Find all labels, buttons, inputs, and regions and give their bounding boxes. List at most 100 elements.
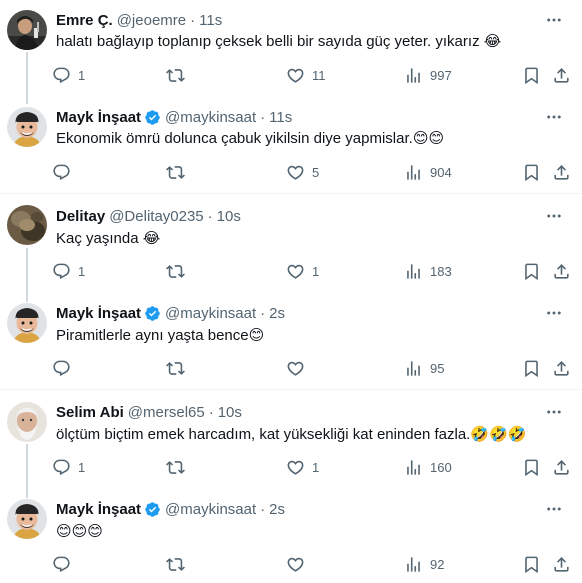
- retweet-button[interactable]: [166, 456, 192, 478]
- share-icon: [552, 262, 571, 281]
- timestamp[interactable]: 11s: [269, 109, 292, 126]
- avatar[interactable]: [7, 107, 47, 147]
- separator: ·: [208, 403, 214, 421]
- views-button[interactable]: 160: [404, 456, 452, 478]
- share-button[interactable]: [552, 456, 571, 478]
- retweet-button[interactable]: [166, 357, 192, 379]
- user-handle[interactable]: @mersel65: [128, 404, 205, 421]
- reply-button[interactable]: [52, 357, 78, 379]
- avatar[interactable]: [7, 10, 47, 50]
- view-count: 904: [430, 164, 452, 180]
- retweet-icon: [166, 359, 185, 378]
- timestamp[interactable]: 11s: [199, 12, 222, 29]
- avatar[interactable]: [7, 402, 47, 442]
- timestamp[interactable]: 2s: [269, 501, 285, 518]
- retweet-button[interactable]: [166, 161, 192, 183]
- share-icon: [552, 555, 571, 574]
- bookmark-button[interactable]: [522, 260, 541, 282]
- tweet[interactable]: Mayk İnşaat @maykinsaat · 2s 😊😊😊 92: [0, 488, 582, 583]
- share-button[interactable]: [552, 64, 571, 86]
- user-handle[interactable]: @maykinsaat: [165, 501, 256, 518]
- bookmark-button[interactable]: [522, 161, 541, 183]
- views-button[interactable]: 183: [404, 260, 452, 282]
- more-options-icon[interactable]: [544, 499, 564, 519]
- avatar[interactable]: [7, 499, 47, 539]
- more-options-icon[interactable]: [544, 107, 564, 127]
- user-handle[interactable]: @maykinsaat: [165, 305, 256, 322]
- tweet[interactable]: Delitay @Delitay0235 · 10s Kaç yaşında 😂…: [0, 195, 582, 292]
- avatar[interactable]: [7, 205, 47, 245]
- user-handle[interactable]: @Delitay0235: [109, 208, 203, 225]
- tweet-text: halatı bağlayıp toplanıp çeksek belli bi…: [56, 33, 502, 50]
- view-count: 183: [430, 263, 452, 279]
- retweet-button[interactable]: [166, 64, 192, 86]
- verified-badge-icon[interactable]: [144, 305, 161, 322]
- views-button[interactable]: 997: [404, 64, 452, 86]
- bookmark-button[interactable]: [522, 357, 541, 379]
- more-options-icon[interactable]: [544, 206, 564, 226]
- like-count: 1: [312, 263, 320, 279]
- like-button[interactable]: [286, 553, 312, 575]
- verified-badge-icon[interactable]: [144, 109, 161, 126]
- retweet-icon: [166, 163, 185, 182]
- more-options-icon[interactable]: [544, 402, 564, 422]
- reply-button[interactable]: [52, 161, 78, 183]
- user-handle[interactable]: @jeoemre: [117, 12, 186, 29]
- share-button[interactable]: [552, 553, 571, 575]
- display-name[interactable]: Selim Abi: [56, 404, 124, 421]
- display-name[interactable]: Mayk İnşaat: [56, 501, 141, 518]
- more-options-icon[interactable]: [544, 303, 564, 323]
- share-icon: [552, 163, 571, 182]
- reply-button[interactable]: 1: [52, 64, 85, 86]
- display-name[interactable]: Mayk İnşaat: [56, 109, 141, 126]
- action-bar: 1 1 160: [50, 456, 580, 478]
- tweet[interactable]: Emre Ç. @jeoemre · 11s halatı bağlayıp t…: [0, 0, 582, 97]
- tweet[interactable]: Mayk İnşaat @maykinsaat · 11s Ekonomik ö…: [0, 97, 582, 194]
- reply-icon: [52, 163, 71, 182]
- reply-button[interactable]: [52, 553, 78, 575]
- bookmark-button[interactable]: [522, 553, 541, 575]
- views-button[interactable]: 95: [404, 357, 444, 379]
- like-button[interactable]: 1: [286, 260, 319, 282]
- share-button[interactable]: [552, 260, 571, 282]
- share-button[interactable]: [552, 161, 571, 183]
- tweet[interactable]: Mayk İnşaat @maykinsaat · 2s Piramitlerl…: [0, 292, 582, 390]
- retweet-icon: [166, 66, 185, 85]
- heart-icon: [286, 359, 305, 378]
- views-button[interactable]: 904: [404, 161, 452, 183]
- heart-icon: [286, 66, 305, 85]
- more-options-icon[interactable]: [544, 10, 564, 30]
- timestamp[interactable]: 10s: [218, 404, 242, 421]
- tweet-header: Selim Abi @mersel65 · 10s: [56, 402, 242, 422]
- like-button[interactable]: [286, 357, 312, 379]
- avatar[interactable]: [7, 303, 47, 343]
- timestamp[interactable]: 2s: [269, 305, 285, 322]
- action-bar: 92: [50, 553, 580, 575]
- share-icon: [552, 359, 571, 378]
- like-count: 11: [312, 67, 326, 83]
- display-name[interactable]: Mayk İnşaat: [56, 305, 141, 322]
- tweet-header: Emre Ç. @jeoemre · 11s: [56, 10, 222, 30]
- share-icon: [552, 458, 571, 477]
- bookmark-button[interactable]: [522, 456, 541, 478]
- verified-badge-icon[interactable]: [144, 501, 161, 518]
- reply-icon: [52, 458, 71, 477]
- display-name[interactable]: Emre Ç.: [56, 12, 113, 29]
- timestamp[interactable]: 10s: [217, 208, 241, 225]
- display-name[interactable]: Delitay: [56, 208, 105, 225]
- tweet-text: Piramitlerle aynı yaşta bence😊: [56, 327, 265, 344]
- retweet-button[interactable]: [166, 260, 192, 282]
- separator: ·: [207, 207, 213, 225]
- share-button[interactable]: [552, 357, 571, 379]
- tweet[interactable]: Selim Abi @mersel65 · 10s ölçtüm biçtim …: [0, 391, 582, 488]
- like-button[interactable]: 1: [286, 456, 319, 478]
- reply-button[interactable]: 1: [52, 456, 85, 478]
- like-button[interactable]: 5: [286, 161, 319, 183]
- tweet-header: Delitay @Delitay0235 · 10s: [56, 206, 241, 226]
- like-button[interactable]: 11: [286, 64, 326, 86]
- retweet-button[interactable]: [166, 553, 192, 575]
- bookmark-button[interactable]: [522, 64, 541, 86]
- user-handle[interactable]: @maykinsaat: [165, 109, 256, 126]
- views-button[interactable]: 92: [404, 553, 444, 575]
- reply-button[interactable]: 1: [52, 260, 85, 282]
